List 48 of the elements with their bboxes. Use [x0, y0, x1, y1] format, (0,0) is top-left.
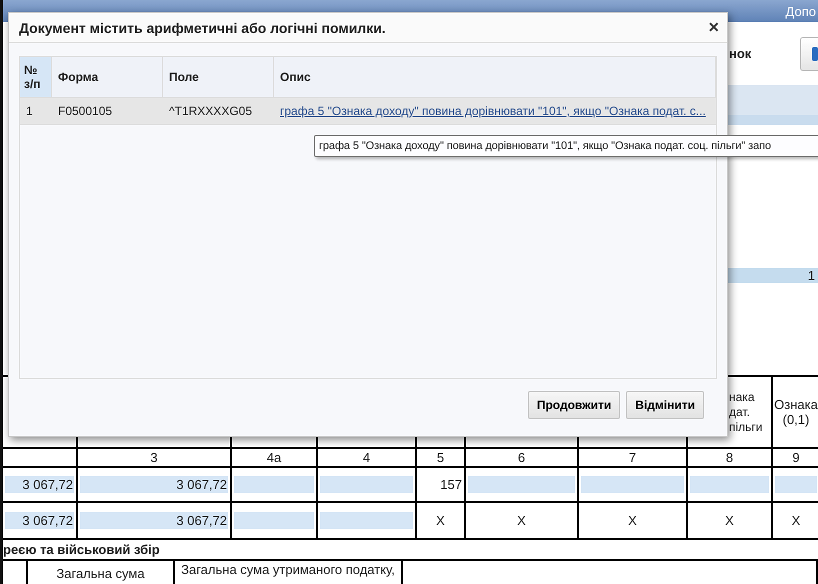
toolbar-label: нок	[729, 46, 752, 61]
column-header[interactable]: Поле	[163, 57, 274, 98]
column-number: 5	[417, 449, 466, 468]
amount-field[interactable]	[320, 512, 413, 529]
amount-field[interactable]	[320, 476, 413, 493]
close-button[interactable]: ×	[708, 17, 719, 38]
table-cell: X	[436, 513, 445, 528]
table-cell: X	[725, 513, 734, 528]
table-cell: X	[517, 513, 526, 528]
column-header[interactable]: № з/п	[20, 57, 52, 98]
amount-field[interactable]	[234, 512, 314, 529]
toolbar-button[interactable]	[800, 36, 818, 70]
column-header: нака дат. пільги	[729, 390, 764, 434]
table-cell: X	[628, 513, 637, 528]
table-cell: X	[792, 513, 800, 528]
amount-field[interactable]	[468, 476, 575, 493]
amount-field[interactable]	[775, 476, 817, 493]
amount-field[interactable]	[581, 476, 684, 493]
amount-field[interactable]: 3 067,72	[80, 512, 228, 529]
form-value: 1	[725, 268, 818, 283]
table-cell[interactable]: F0500105	[52, 98, 163, 125]
column-number: 3	[78, 449, 232, 468]
column-number: 6	[466, 449, 579, 468]
amount-field[interactable]: 3 067,72	[80, 476, 228, 493]
table-cell[interactable]: 1	[20, 98, 52, 125]
amount-field[interactable]: 3 067,72	[5, 512, 74, 529]
column-header[interactable]: Форма	[52, 57, 163, 98]
column-header: Ознака (0,1)	[773, 377, 818, 449]
table-cell[interactable]: ^T1RXXXXG05	[163, 98, 274, 125]
toolbar-icon	[812, 46, 818, 60]
section-title: реєю та військовий збір	[3, 542, 160, 557]
amount-field[interactable]	[234, 476, 314, 493]
column-number: 4а	[232, 449, 318, 468]
column-number: 4	[318, 449, 417, 468]
tooltip: графа 5 "Ознака доходу" повина дорівнювати "101", якщо "Ознака подат. соц. пільги" запо	[314, 135, 818, 157]
column-header: Загальна сума утриманого податку,	[181, 562, 395, 577]
dialog-title: Документ містить арифметичні або логічні помилки.	[19, 20, 386, 36]
cancel-button[interactable]: Відмінити	[626, 391, 704, 419]
column-number: 7	[579, 449, 688, 468]
amount-field[interactable]: 3 067,72	[5, 476, 74, 493]
amount-field[interactable]	[690, 476, 769, 493]
table-cell: 157	[440, 477, 462, 492]
header-title: Допо	[786, 4, 817, 18]
column-number: 9	[773, 449, 818, 468]
column-header[interactable]: Опис	[274, 57, 716, 98]
continue-button[interactable]: Продовжити	[528, 391, 620, 419]
column-header: Загальна сума	[56, 566, 145, 581]
column-number: 8	[688, 449, 773, 468]
